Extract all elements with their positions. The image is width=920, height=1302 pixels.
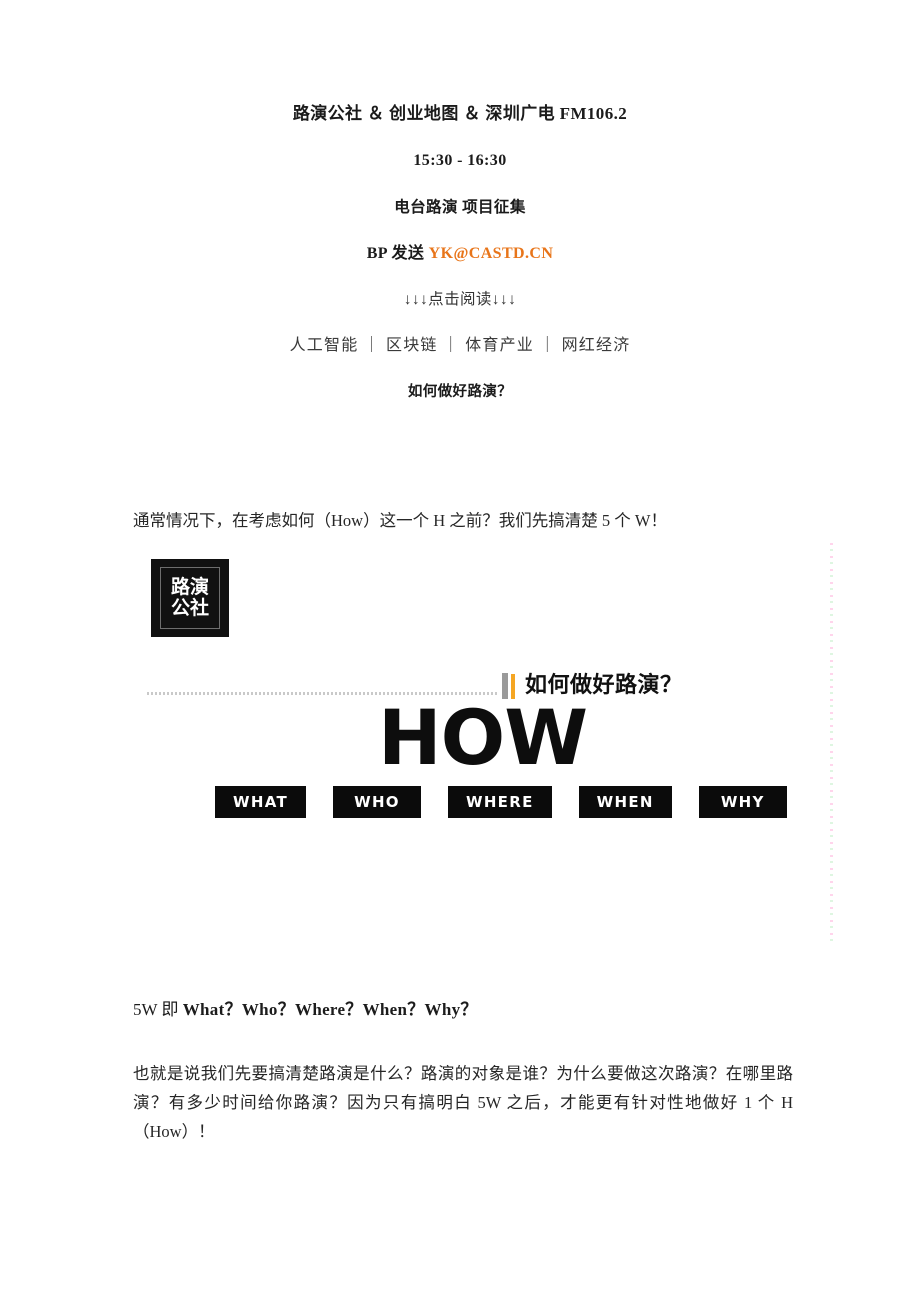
article-heading: 如何做好路演？ (407, 384, 513, 400)
w-chip-row: WHAT WHO WHERE WHEN WHY (215, 786, 787, 818)
logo-text: 路演 公社 (151, 577, 229, 619)
fivew-definition-line: 5W 即 What？Who？Where？When？Why？ (133, 997, 478, 1023)
fivew-questions: What？Who？Where？When？Why？ (182, 1000, 478, 1019)
scan-edge-artifact (830, 543, 833, 943)
logo-text-line-1: 路演 (170, 576, 209, 598)
w-chip-what: WHAT (215, 786, 306, 818)
header-submit-line: BP 发送 YK@CASTD.CN (130, 244, 790, 264)
w-chip-when: WHEN (578, 786, 672, 818)
document-page: 路演公社 ＆ 创业地图 ＆ 深圳广电 FM106.2 15:30 - 16:30… (0, 0, 920, 1302)
intro-paragraph: 通常情况下，在考虑如何（How）这一个 H 之前？我们先搞清楚 5 个 W！ (133, 510, 667, 530)
w-chip-why: WHY (698, 786, 787, 818)
topic-tags-line: 人工智能 ｜ 区块链 ｜ 体育产业 ｜ 网红经济 (289, 337, 631, 354)
w-chip-who: WHO (332, 786, 421, 818)
header-block: 路演公社 ＆ 创业地图 ＆ 深圳广电 FM106.2 15:30 - 16:30… (130, 104, 790, 402)
w-chip-where: WHERE (447, 786, 552, 818)
logo-text-line-2: 公社 (170, 597, 209, 619)
header-time-line: 15:30 - 16:30 (413, 152, 507, 169)
header-title-line: 路演公社 ＆ 创业地图 ＆ 深圳广电 FM106.2 (292, 104, 628, 123)
submission-email-link[interactable]: YK@CASTD.CN (429, 245, 554, 262)
closing-paragraph: 也就是说我们先要搞清楚路演是什么？路演的对象是谁？为什么要做这次路演？在哪里路演… (133, 1063, 793, 1141)
click-to-read-prompt[interactable]: ↓↓↓点击阅读↓↓↓ (130, 290, 790, 310)
embedded-figure: 路演 公社 如何做好路演？ HOW WHAT WHO WHERE WHEN WH… (133, 543, 833, 943)
bp-send-label: BP 发送 (366, 245, 429, 262)
brand-logo: 路演 公社 (151, 559, 229, 637)
fivew-prefix: 5W 即 (133, 1000, 183, 1019)
figure-headline-how: HOW (378, 693, 588, 782)
header-program-line: 电台路演 项目征集 (394, 199, 526, 216)
